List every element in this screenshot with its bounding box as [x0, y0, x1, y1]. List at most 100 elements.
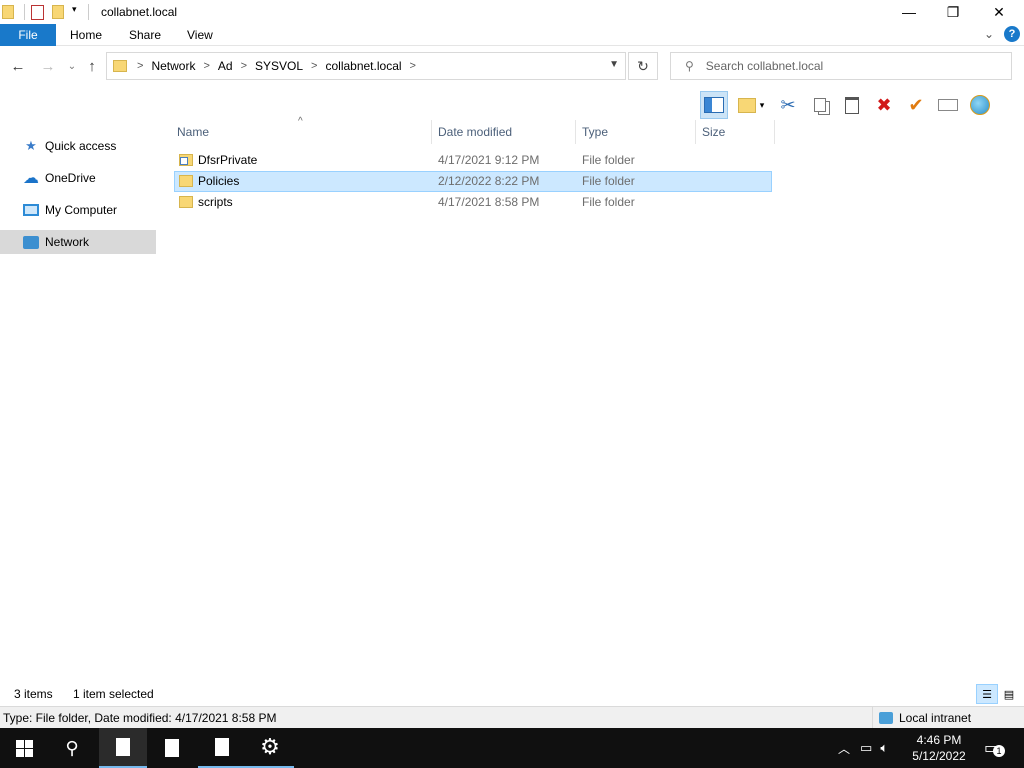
tab-home[interactable]: Home	[70, 28, 102, 42]
notification-icon: ▭ 1	[984, 738, 1005, 758]
restore-button[interactable]: ❐	[930, 0, 976, 24]
folder-icon	[179, 196, 193, 208]
clock[interactable]: 4:46 PM 5/12/2022	[904, 732, 974, 764]
separator	[88, 4, 89, 20]
navigation-pane: ★ Quick access ☁ OneDrive My Computer Ne…	[0, 122, 156, 674]
file-name: DfsrPrivate	[198, 153, 258, 167]
breadcrumb-sysvol[interactable]: SYSVOL	[255, 59, 303, 73]
ribbon-tabs: File Home Share View ⌄ ?	[0, 24, 1024, 46]
expand-ribbon-icon[interactable]: ⌄	[984, 27, 994, 41]
globe-icon[interactable]	[966, 91, 994, 119]
command-toolbar: ▾ ✂ ✖ ✔	[700, 90, 1024, 120]
column-divider[interactable]	[774, 120, 775, 144]
action-center-button[interactable]: ▭ 1	[984, 728, 1005, 768]
clock-time: 4:46 PM	[916, 733, 962, 747]
search-button[interactable]: ⚲	[48, 728, 96, 768]
preview-pane-icon[interactable]	[700, 91, 728, 119]
column-divider[interactable]	[575, 120, 576, 144]
file-date: 4/17/2021 9:12 PM	[438, 153, 540, 167]
copy-icon[interactable]	[806, 91, 834, 119]
forward-button[interactable]: →	[38, 56, 58, 76]
file-type: File folder	[582, 153, 635, 167]
customize-toolbar-icon[interactable]: ▾	[72, 4, 82, 20]
sidebar-item-onedrive[interactable]: ☁ OneDrive	[0, 166, 156, 190]
search-box[interactable]: ⚲	[670, 52, 1012, 80]
sidebar-item-network[interactable]: Network	[0, 230, 156, 254]
security-zone: Local intranet	[872, 707, 971, 729]
notification-badge: 1	[993, 745, 1005, 757]
file-date: 4/17/2021 8:58 PM	[438, 195, 540, 209]
minimize-button[interactable]: —	[886, 0, 932, 24]
breadcrumb-separator[interactable]: >	[203, 60, 209, 72]
close-button[interactable]: ✕	[976, 0, 1022, 24]
tab-share[interactable]: Share	[129, 28, 161, 42]
table-row[interactable]: Policies 2/12/2022 8:22 PM File folder	[174, 171, 772, 192]
breadcrumb-ad[interactable]: Ad	[218, 59, 233, 73]
breadcrumb-separator[interactable]: >	[137, 60, 143, 72]
address-bar[interactable]: > Network > Ad > SYSVOL > collabnet.loca…	[106, 52, 626, 80]
cut-icon[interactable]: ✂	[774, 91, 802, 119]
file-name: Policies	[198, 174, 240, 188]
clock-date: 5/12/2022	[912, 749, 966, 763]
search-input[interactable]	[705, 59, 986, 73]
cloud-icon: ☁	[23, 170, 39, 187]
chevron-down-icon[interactable]: ▼	[609, 59, 619, 70]
sidebar-item-quick-access[interactable]: ★ Quick access	[0, 134, 156, 158]
breadcrumb-network[interactable]: Network	[151, 59, 195, 73]
column-header-date[interactable]: Date modified	[438, 120, 574, 144]
folder-icon	[179, 175, 193, 187]
file-date: 2/12/2022 8:22 PM	[438, 174, 540, 188]
column-header-type[interactable]: Type	[582, 120, 694, 144]
column-header-size[interactable]: Size	[702, 120, 772, 144]
taskbar-app-document-2[interactable]	[198, 728, 246, 768]
large-icons-view-icon[interactable]: ▤	[998, 684, 1020, 704]
tab-file[interactable]: File	[0, 24, 56, 46]
column-header-name[interactable]: Name	[177, 120, 431, 144]
recent-locations-button[interactable]: ⌄	[62, 56, 82, 76]
new-folder-icon[interactable]	[52, 5, 64, 19]
volume-icon[interactable]: 🔈︎	[880, 740, 888, 756]
quick-access-toolbar: ▾	[0, 2, 93, 22]
breadcrumb-separator[interactable]: >	[241, 60, 247, 72]
chevron-up-icon[interactable]: ︿	[838, 740, 850, 757]
details-view-icon[interactable]: ☰	[976, 684, 998, 704]
properties-icon[interactable]	[31, 4, 44, 20]
taskbar-app-settings[interactable]: ⚙	[246, 728, 294, 768]
star-icon: ★	[25, 138, 37, 153]
sidebar-item-my-computer[interactable]: My Computer	[0, 198, 156, 222]
table-row[interactable]: scripts 4/17/2021 8:58 PM File folder	[174, 192, 772, 213]
file-type: File folder	[582, 195, 635, 209]
network-tray-icon[interactable]: ▭	[860, 740, 872, 756]
sidebar-item-label: OneDrive	[45, 171, 96, 185]
details-bar: Type: File folder, Date modified: 4/17/2…	[0, 706, 1024, 729]
taskbar: ⚲ ⚙ ︿ ▭ 🔈︎ 4:46 PM 5/12/2022 ▭ 1	[0, 728, 1024, 768]
breadcrumb-separator[interactable]: >	[410, 60, 416, 72]
tab-view[interactable]: View	[187, 28, 213, 42]
column-divider[interactable]	[695, 120, 696, 144]
breadcrumb-separator[interactable]: >	[311, 60, 317, 72]
properties-check-icon[interactable]: ✔	[902, 91, 930, 119]
up-button[interactable]: ↑	[82, 56, 102, 76]
table-row[interactable]: DfsrPrivate 4/17/2021 9:12 PM File folde…	[174, 150, 772, 171]
help-icon[interactable]: ?	[1004, 26, 1020, 42]
item-count: 3 items	[14, 687, 53, 701]
paste-icon[interactable]	[838, 91, 866, 119]
new-folder-icon[interactable]: ▾	[732, 91, 770, 119]
intranet-icon	[879, 712, 893, 724]
refresh-button[interactable]: ↻	[628, 52, 658, 80]
breadcrumb-collabnet[interactable]: collabnet.local	[325, 59, 401, 73]
rename-icon[interactable]	[934, 91, 962, 119]
search-icon: ⚲	[685, 59, 694, 73]
taskbar-app-document[interactable]	[148, 728, 196, 768]
delete-icon[interactable]: ✖	[870, 91, 898, 119]
folder-icon	[2, 5, 14, 19]
file-type: File folder	[582, 174, 635, 188]
start-button[interactable]	[0, 728, 48, 768]
column-divider[interactable]	[431, 120, 432, 144]
file-list: ^ Name Date modified Type Size DfsrPriva…	[160, 116, 1024, 680]
selection-count: 1 item selected	[73, 687, 154, 701]
taskbar-app-explorer[interactable]	[99, 728, 147, 768]
navigation-bar: ← → ⌄ ↑ > Network > Ad > SYSVOL > collab…	[0, 50, 1024, 84]
windows-logo-icon	[15, 739, 33, 757]
back-button[interactable]: ←	[8, 56, 28, 76]
